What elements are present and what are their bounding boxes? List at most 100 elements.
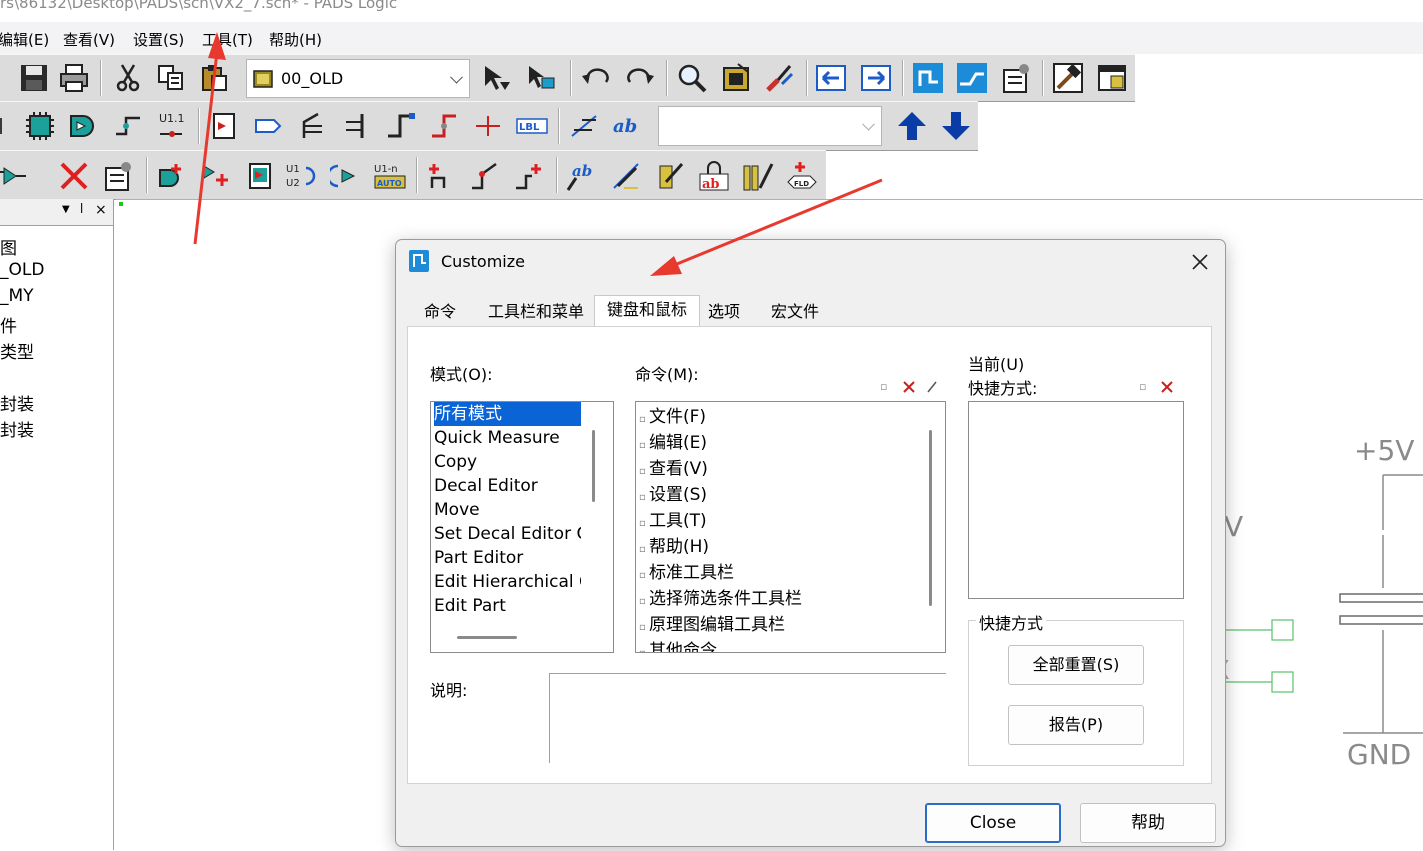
mode-listbox[interactable]: 所有模式 Quick Measure Copy Decal Editor Mov… bbox=[430, 401, 614, 653]
tree-node[interactable]: ▫ 标准工具栏 bbox=[639, 560, 734, 586]
redo-icon[interactable] bbox=[624, 62, 656, 94]
window-icon[interactable] bbox=[1096, 62, 1128, 94]
tab-macro-files[interactable]: 宏文件 bbox=[763, 298, 827, 326]
brush-icon[interactable] bbox=[764, 62, 796, 94]
hammer-icon[interactable] bbox=[1052, 62, 1084, 94]
arrow-down-icon[interactable] bbox=[940, 110, 972, 142]
add-field-icon[interactable]: FLD bbox=[786, 160, 818, 192]
list-item[interactable]: Part Editor bbox=[434, 546, 523, 570]
tree-node[interactable]: ▫ 文件(F) bbox=[639, 404, 706, 430]
swap-pin-icon[interactable] bbox=[330, 160, 362, 192]
sheet-select[interactable]: 00_OLD bbox=[246, 59, 470, 98]
export-icon[interactable] bbox=[860, 62, 892, 94]
close-icon[interactable] bbox=[1191, 253, 1209, 271]
tab-toolbars-menus[interactable]: 工具栏和菜单 bbox=[478, 298, 594, 326]
swap-gate-icon[interactable]: U1U2 bbox=[286, 160, 318, 192]
flip-gate-icon[interactable] bbox=[0, 160, 28, 192]
report-icon[interactable] bbox=[1000, 62, 1032, 94]
list-item[interactable]: Move bbox=[434, 498, 480, 522]
list-item[interactable]: 所有模式 bbox=[434, 402, 584, 426]
tree-item[interactable]: _OLD bbox=[0, 260, 44, 280]
properties-icon[interactable] bbox=[720, 62, 752, 94]
arrow-up-icon[interactable] bbox=[896, 110, 928, 142]
paste-icon[interactable] bbox=[198, 62, 230, 94]
menu-view[interactable]: 查看(V) bbox=[63, 29, 115, 50]
list-item[interactable]: Set Decal Editor C bbox=[434, 522, 588, 546]
junction-icon[interactable] bbox=[472, 110, 504, 142]
lock-text-icon[interactable]: ab bbox=[698, 160, 730, 192]
delete-icon[interactable] bbox=[1160, 380, 1174, 394]
pin-icon[interactable]: ꟾ bbox=[80, 203, 83, 216]
edit-field-icon[interactable] bbox=[654, 160, 686, 192]
close-button[interactable]: Close bbox=[925, 803, 1061, 843]
add-part-icon[interactable] bbox=[24, 110, 56, 142]
add-bus-icon[interactable] bbox=[424, 160, 456, 192]
bus-icon[interactable] bbox=[296, 110, 328, 142]
copy-icon[interactable] bbox=[155, 62, 187, 94]
tree-node[interactable]: ▫ 设置(S) bbox=[639, 482, 707, 508]
wire-icon[interactable] bbox=[384, 110, 416, 142]
select-arrow-icon[interactable] bbox=[480, 62, 512, 94]
reset-all-button[interactable]: 全部重置(S) bbox=[1008, 645, 1144, 685]
tree-node[interactable]: ▫ 原理图编辑工具栏 bbox=[639, 612, 785, 638]
pcb-link-icon[interactable] bbox=[912, 62, 944, 94]
tree-item[interactable]: 封装 bbox=[0, 390, 34, 415]
list-item[interactable]: Quick Measure bbox=[434, 426, 560, 450]
report-button[interactable]: 报告(P) bbox=[1008, 705, 1144, 745]
edit-line-icon[interactable] bbox=[610, 160, 642, 192]
connection-icon[interactable] bbox=[112, 110, 144, 142]
tree-node[interactable]: ▫ 帮助(H) bbox=[639, 534, 709, 560]
undo-icon[interactable] bbox=[580, 62, 612, 94]
hier-part-icon[interactable] bbox=[244, 160, 276, 192]
menu-tools[interactable]: 工具(T) bbox=[202, 29, 253, 50]
rename-icon[interactable] bbox=[926, 380, 938, 394]
current-shortcuts-listbox[interactable] bbox=[968, 401, 1184, 599]
new-icon[interactable]: ▫ bbox=[880, 380, 887, 393]
tree-node[interactable]: ▫ 工具(T) bbox=[639, 508, 707, 534]
command-tree[interactable]: ▫ 文件(F) ▫ 编辑(E) ▫ 查看(V) ▫ 设置(S) ▫ 工具(T) … bbox=[635, 401, 946, 653]
cut-icon[interactable] bbox=[112, 62, 144, 94]
new-icon[interactable]: ▫ bbox=[1139, 380, 1146, 393]
print-icon[interactable] bbox=[58, 62, 90, 94]
auto-renumber-icon[interactable]: U1-n AUTO bbox=[374, 160, 406, 192]
help-button[interactable]: 帮助 bbox=[1080, 803, 1216, 843]
tree-node[interactable]: ▫ 其他命令 bbox=[639, 638, 717, 652]
delete-icon[interactable] bbox=[902, 380, 916, 394]
select-filter-icon[interactable] bbox=[525, 62, 557, 94]
off-page-icon[interactable] bbox=[252, 110, 284, 142]
list-item[interactable]: Edit Hierarchical C bbox=[434, 570, 591, 594]
import-icon[interactable] bbox=[815, 62, 847, 94]
tree-node[interactable]: ▫ 选择筛选条件工具栏 bbox=[639, 586, 802, 612]
menu-edit[interactable]: 编辑(E) bbox=[0, 29, 49, 50]
add-wire-icon[interactable] bbox=[512, 160, 544, 192]
list-item[interactable]: Edit Part bbox=[434, 594, 506, 618]
route-icon[interactable] bbox=[956, 62, 988, 94]
panel-menu-icon[interactable]: ▼ bbox=[62, 204, 70, 215]
horizontal-scrollbar[interactable] bbox=[457, 636, 517, 639]
vertical-scrollbar[interactable] bbox=[929, 430, 932, 606]
tree-item[interactable]: 件 bbox=[0, 312, 17, 337]
tree-node[interactable]: ▫ 查看(V) bbox=[639, 456, 708, 482]
wire-end-icon[interactable] bbox=[428, 110, 460, 142]
tab-keyboard-mouse[interactable]: 键盘和鼠标 bbox=[594, 295, 700, 328]
draw-line-icon[interactable] bbox=[568, 110, 600, 142]
menu-help[interactable]: 帮助(H) bbox=[269, 29, 322, 50]
zoom-icon[interactable] bbox=[676, 62, 708, 94]
tab-commands[interactable]: 命令 bbox=[410, 298, 470, 326]
hier-symbol-icon[interactable] bbox=[208, 110, 240, 142]
label-icon[interactable]: LBL bbox=[516, 110, 548, 142]
tree-item[interactable]: _MY bbox=[0, 286, 34, 306]
add-connection-icon[interactable] bbox=[200, 160, 232, 192]
tree-node[interactable]: ▫ 编辑(E) bbox=[639, 430, 707, 456]
text-icon[interactable]: ab bbox=[612, 110, 644, 142]
menu-settings[interactable]: 设置(S) bbox=[133, 29, 184, 50]
ref-des-icon[interactable]: U1.1 bbox=[156, 110, 188, 142]
list-item[interactable]: Decal Editor bbox=[434, 474, 538, 498]
delete-icon[interactable] bbox=[58, 160, 90, 192]
gate-icon[interactable] bbox=[67, 110, 99, 142]
tree-item[interactable]: 图 bbox=[0, 234, 17, 259]
tree-item[interactable]: 类型 bbox=[0, 338, 34, 363]
close-icon[interactable]: × bbox=[95, 202, 107, 218]
split-wire-icon[interactable] bbox=[468, 160, 500, 192]
add-gate-icon[interactable] bbox=[156, 160, 188, 192]
